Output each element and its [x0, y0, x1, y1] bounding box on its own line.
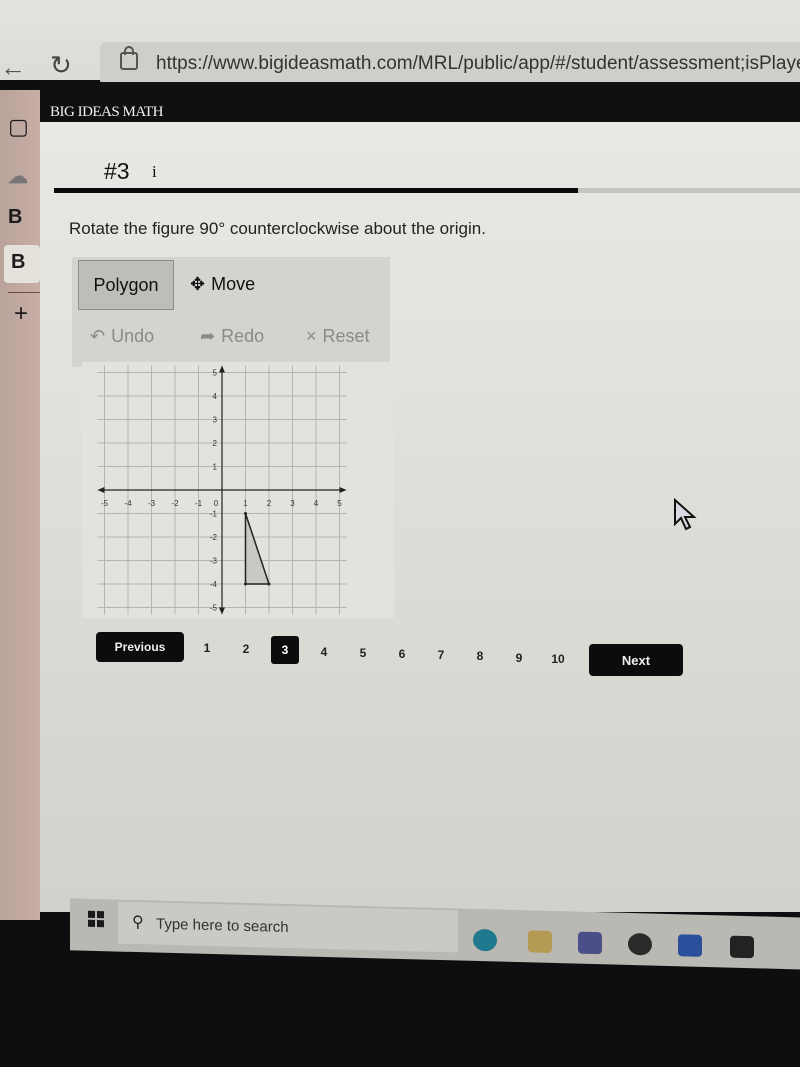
b-tab-active-icon: B	[11, 251, 26, 273]
file-explorer-icon[interactable]	[528, 930, 552, 953]
progress-bar	[54, 188, 800, 193]
y-tick-label: 2	[213, 439, 218, 448]
page-2-button[interactable]: 2	[232, 635, 260, 663]
triangle-vertex[interactable]	[267, 582, 271, 586]
question-prompt: Rotate the figure 90° counterclockwise a…	[69, 219, 486, 238]
previous-label: Previous	[114, 640, 166, 654]
y-tick-label: 3	[213, 416, 218, 425]
x-tick-label: -1	[195, 499, 203, 508]
address-bar[interactable]: https://www.bigideasmath.com/MRL/public/…	[100, 42, 800, 86]
reset-button[interactable]: × Reset	[306, 326, 370, 347]
page-5-button[interactable]: 5	[349, 639, 377, 667]
cloud-icon[interactable]: ☁	[8, 164, 28, 189]
page-9-button[interactable]: 9	[505, 644, 533, 672]
question-number: #3	[104, 158, 130, 184]
triangle-vertex[interactable]	[244, 512, 247, 515]
y-tick-label: 1	[213, 463, 218, 472]
move-tool-button[interactable]: ✥ Move	[190, 274, 255, 295]
triangle-vertex[interactable]	[244, 582, 247, 586]
lock-icon[interactable]	[120, 46, 138, 70]
graph-canvas[interactable]: -5 -4 -3 -2 -1 1 2 3 4 5 5 4 3 2 1 -1 -2 -3 -4 -5 0	[82, 362, 394, 618]
arrow-left-icon[interactable]: ←	[0, 52, 26, 83]
x-tick-label: -4	[124, 499, 132, 508]
store-icon[interactable]	[730, 935, 754, 959]
search-placeholder[interactable]: Type here to search	[156, 916, 289, 936]
redo-label: Redo	[221, 326, 265, 346]
coordinate-graph[interactable]: -5 -4 -3 -2 -1 1 2 3 4 5 5 4 3 2 1 -1 -2 -3 -4 -5 0	[82, 362, 394, 618]
y-tick-label: -4	[210, 580, 218, 589]
b-tab-icon[interactable]: B	[8, 206, 22, 229]
snip-icon[interactable]	[628, 932, 652, 956]
page-4-button[interactable]: 4	[310, 638, 338, 666]
undo-label: Undo	[111, 326, 155, 346]
next-button[interactable]: Next	[589, 644, 683, 676]
polygon-label: Polygon	[93, 274, 159, 295]
y-tick-label: -2	[210, 533, 218, 542]
origin-label: 0	[214, 499, 219, 508]
site-logo[interactable]: BIG IDEAS MATH	[50, 104, 164, 121]
browser-toolbar: ← ↻ https://www.bigideasmath.com/MRL/pub…	[0, 0, 800, 86]
page-10-button[interactable]: 10	[544, 645, 572, 673]
site-header: BIG IDEAS MATH	[40, 82, 800, 122]
mouse-cursor-icon	[674, 498, 697, 531]
undo-button[interactable]: ↶ Undo	[90, 326, 154, 347]
next-label: Next	[621, 652, 651, 668]
redo-icon: ➦	[200, 326, 216, 346]
move-icon: ✥	[190, 274, 206, 294]
page-1-button[interactable]: 1	[193, 634, 221, 662]
active-tab[interactable]: B	[4, 245, 40, 283]
x-tick-label: 5	[337, 499, 342, 508]
x-tick-label: 4	[314, 499, 319, 508]
page-6-button[interactable]: 6	[388, 640, 416, 668]
search-icon: ⚲	[132, 913, 144, 932]
page-8-button[interactable]: 8	[466, 642, 494, 670]
page-3-button[interactable]: 3	[271, 636, 299, 665]
browser-sidebar: ▢ ☁ B B +	[0, 90, 40, 920]
y-tick-label: -3	[210, 557, 218, 566]
edge-icon[interactable]	[473, 928, 497, 952]
teams-icon[interactable]	[578, 931, 602, 955]
x-axis-arrow-right	[339, 487, 347, 493]
undo-icon: ↶	[90, 326, 106, 346]
x-tick-label: -3	[148, 499, 156, 508]
progress-fill	[54, 188, 579, 193]
y-axis-arrow-down	[219, 607, 225, 615]
previous-button[interactable]: Previous	[96, 632, 184, 662]
x-tick-label: 3	[290, 499, 295, 508]
x-tick-label: 2	[267, 499, 272, 508]
page: BIG IDEAS MATH #3 i Rotate the figure 90…	[40, 82, 800, 912]
x-tick-label: -5	[101, 499, 109, 508]
tool-panel: Polygon ✥ Move ↶ Undo ➦ Redo × Reset	[72, 257, 390, 367]
redo-button[interactable]: ➦ Redo	[200, 326, 264, 347]
triangle-figure[interactable]	[244, 513, 271, 585]
reset-label: Reset	[322, 326, 370, 346]
y-tick-label: -5	[210, 604, 218, 613]
y-tick-label: 5	[213, 369, 218, 378]
y-axis-arrow-up	[219, 365, 225, 373]
page-7-button[interactable]: 7	[427, 641, 455, 669]
x-tick-label: 1	[243, 499, 248, 508]
taskbar-search[interactable]: ⚲ Type here to search	[118, 901, 458, 953]
y-tick-label: -1	[210, 510, 218, 519]
polygon-tool-button[interactable]: Polygon	[78, 260, 174, 310]
x-axis-arrow-left	[97, 487, 105, 493]
x-tick-label: -2	[171, 499, 179, 508]
word-icon[interactable]	[678, 934, 702, 957]
info-icon[interactable]: i	[152, 162, 157, 182]
url-text[interactable]: https://www.bigideasmath.com/MRL/public/…	[156, 53, 800, 75]
windows-start-icon[interactable]	[88, 910, 104, 928]
reload-icon[interactable]: ↻	[50, 50, 72, 81]
plus-icon[interactable]: +	[14, 300, 28, 328]
tab-manager-icon[interactable]: ▢	[8, 114, 29, 140]
reset-icon: ×	[306, 326, 317, 346]
move-label: Move	[211, 274, 256, 294]
sidebar-divider	[8, 292, 40, 293]
y-tick-label: 4	[213, 392, 218, 401]
